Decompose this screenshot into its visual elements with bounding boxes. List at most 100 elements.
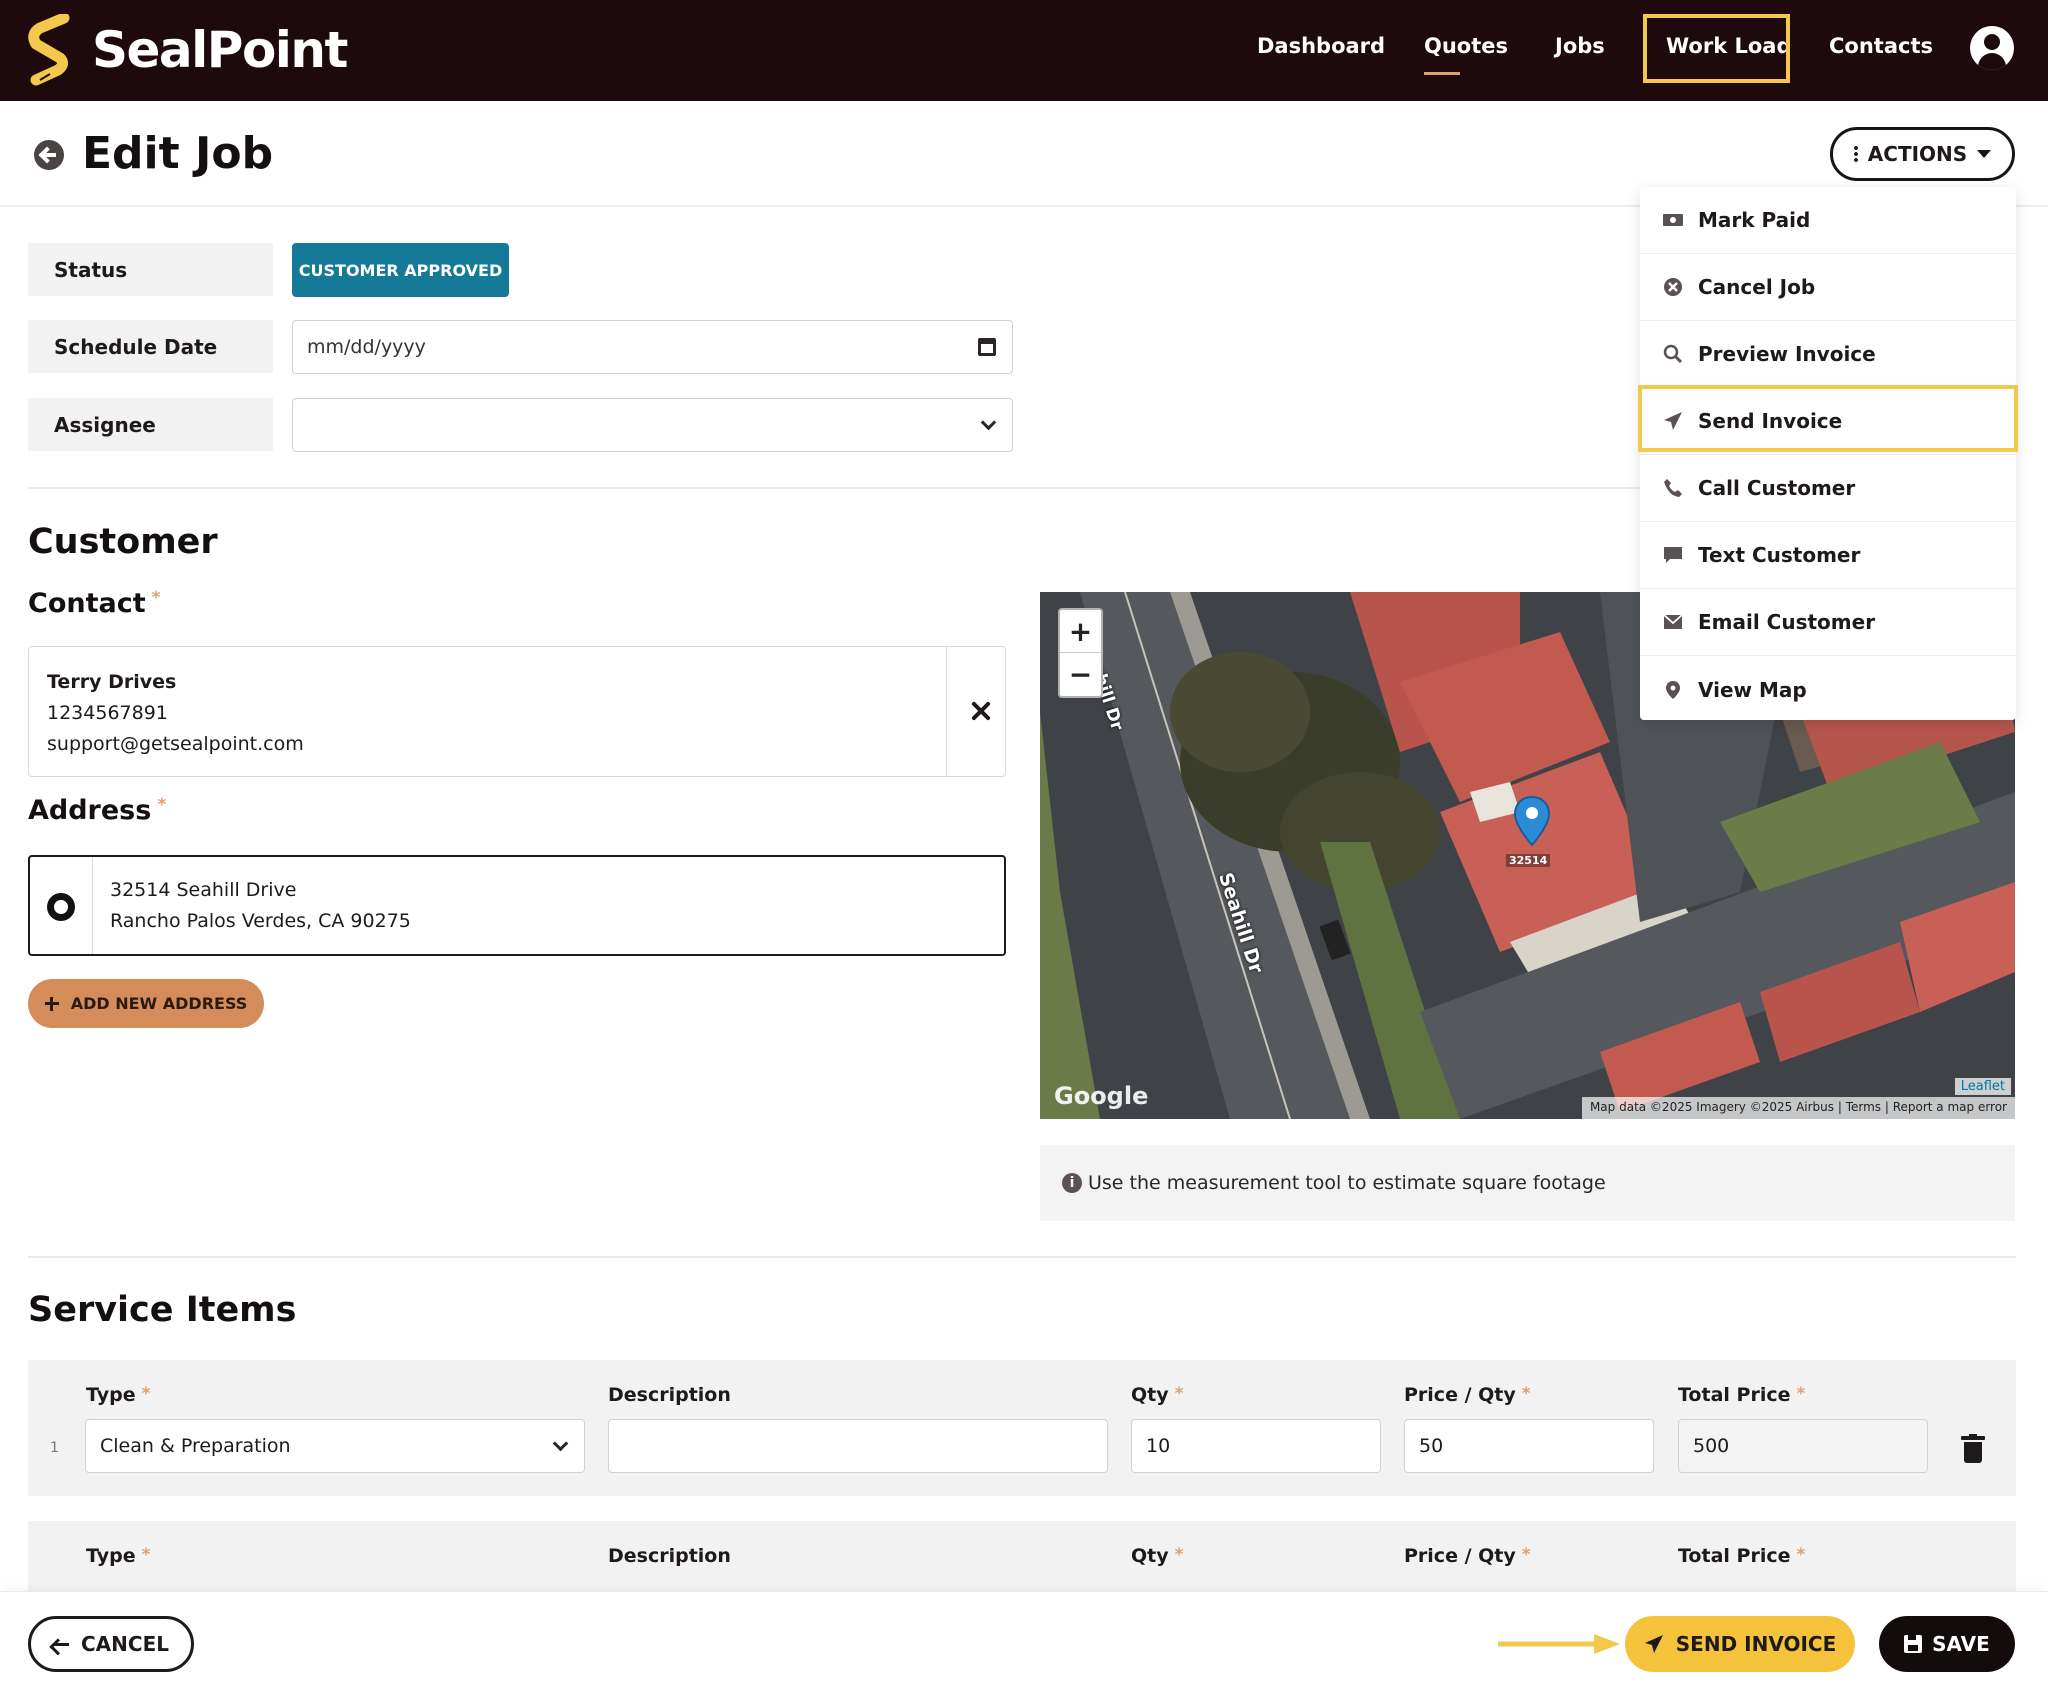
address-line1: 32514 Seahill Drive [110, 879, 297, 901]
status-label: Status [28, 243, 273, 296]
column-label-type: Type * [86, 1384, 151, 1406]
send-invoice-highlight [1638, 385, 2018, 452]
column-label-total-price: Total Price * [1678, 1384, 1806, 1406]
contact-details: Terry Drives 1234567891 support@getsealp… [47, 667, 304, 760]
nav-dashboard[interactable]: Dashboard [1257, 34, 1385, 58]
customer-section-title: Customer [28, 522, 218, 562]
menu-item-view-map[interactable]: View Map [1640, 656, 2016, 723]
schedule-date-input[interactable]: mm/dd/yyyy [292, 320, 1013, 374]
nav-jobs[interactable]: Jobs [1555, 34, 1605, 58]
address-heading-text: Address [28, 795, 152, 826]
plus-icon [44, 996, 59, 1011]
column-label-description: Description [608, 1384, 731, 1406]
chevron-down-icon [552, 1435, 569, 1452]
nav-work-load-highlight [1643, 14, 1790, 83]
menu-item-label: Call Customer [1698, 476, 1856, 500]
map-pin-icon[interactable] [1512, 795, 1552, 847]
cancel-circle-icon [1662, 276, 1684, 298]
menu-item-call-customer[interactable]: Call Customer [1640, 455, 2016, 522]
chat-bubble-icon [1662, 544, 1684, 566]
total-price-field: 500 [1678, 1419, 1928, 1473]
menu-item-label: Text Customer [1698, 543, 1861, 567]
send-invoice-button[interactable]: SEND INVOICE [1625, 1616, 1855, 1672]
menu-item-cancel-job[interactable]: Cancel Job [1640, 254, 2016, 321]
brand-name: SealPoint [92, 21, 348, 79]
status-badge[interactable]: CUSTOMER APPROVED [292, 243, 509, 297]
caret-down-icon [1977, 150, 1992, 158]
assignee-label: Assignee [28, 398, 273, 451]
contact-heading-text: Contact [28, 588, 146, 619]
map-pin-icon [1662, 679, 1684, 701]
actions-button[interactable]: ACTIONS [1830, 127, 2015, 181]
menu-item-text-customer[interactable]: Text Customer [1640, 522, 2016, 589]
column-label-price-qty: Price / Qty * [1404, 1545, 1531, 1567]
row-index: 1 [50, 1440, 59, 1456]
map-zoom-control: + − [1058, 608, 1103, 698]
address-separator [92, 857, 93, 954]
delete-row-trash-icon[interactable] [1961, 1434, 1985, 1464]
info-icon: i [1062, 1173, 1082, 1193]
envelope-icon [1662, 611, 1684, 633]
qty-input[interactable]: 10 [1131, 1419, 1381, 1473]
menu-item-email-customer[interactable]: Email Customer [1640, 589, 2016, 656]
add-new-address-button[interactable]: ADD NEW ADDRESS [28, 979, 264, 1028]
actions-button-label: ACTIONS [1867, 142, 1968, 166]
price-per-qty-input[interactable]: 50 [1404, 1419, 1654, 1473]
page-title: Edit Job [82, 128, 274, 179]
address-option[interactable]: 32514 Seahill Drive Rancho Palos Verdes,… [28, 855, 1006, 956]
nav-active-indicator [1424, 72, 1460, 75]
sealpoint-logo-icon [28, 14, 70, 86]
description-input[interactable] [608, 1419, 1108, 1473]
cancel-button[interactable]: CANCEL [28, 1616, 194, 1672]
map-pin-label: 32514 [1506, 854, 1551, 867]
search-icon [1662, 343, 1684, 365]
map-attribution[interactable]: Map data ©2025 Imagery ©2025 Airbus | Te… [1581, 1097, 2015, 1119]
nav-contacts[interactable]: Contacts [1829, 34, 1933, 58]
remove-contact-close-icon[interactable] [967, 697, 995, 725]
service-items-section-title: Service Items [28, 1290, 297, 1330]
back-arrow-icon[interactable] [34, 140, 64, 170]
address-radio-selected[interactable] [47, 893, 75, 921]
menu-item-label: Cancel Job [1698, 275, 1816, 299]
floppy-disk-icon [1904, 1635, 1923, 1653]
address-text: 32514 Seahill Drive Rancho Palos Verdes,… [110, 875, 411, 937]
brand-logo[interactable]: SealPoint [26, 10, 348, 90]
user-avatar-icon[interactable] [1970, 26, 2014, 70]
arrow-left-icon [53, 1642, 69, 1646]
leaflet-attribution-link[interactable]: Leaflet [1954, 1078, 2011, 1095]
contact-email: support@getsealpoint.com [47, 733, 304, 755]
required-mark: * [151, 588, 161, 608]
column-label-description: Description [608, 1545, 731, 1567]
column-label-qty: Qty * [1131, 1384, 1184, 1406]
measurement-hint: i Use the measurement tool to estimate s… [1040, 1145, 2015, 1221]
zoom-out-button[interactable]: − [1060, 653, 1101, 696]
phone-icon [1662, 477, 1684, 499]
type-select[interactable]: Clean & Preparation [85, 1419, 585, 1473]
pointer-arrow-icon [1498, 1634, 1620, 1654]
menu-item-preview-invoice[interactable]: Preview Invoice [1640, 321, 2016, 388]
kebab-menu-icon [1853, 145, 1858, 163]
nav-quotes[interactable]: Quotes [1424, 34, 1508, 58]
menu-item-label: Email Customer [1698, 610, 1876, 634]
actions-dropdown-menu: Mark Paid Cancel Job Preview Invoice Sen… [1640, 187, 2016, 720]
contact-card[interactable]: Terry Drives 1234567891 support@getsealp… [28, 646, 1006, 777]
menu-item-label: Preview Invoice [1698, 342, 1876, 366]
required-mark: * [157, 795, 167, 815]
calendar-icon[interactable] [978, 338, 996, 356]
footer-action-bar: CANCEL SEND INVOICE SAVE [0, 1591, 2048, 1683]
column-label-type: Type * [86, 1545, 151, 1567]
menu-item-mark-paid[interactable]: Mark Paid [1640, 187, 2016, 254]
paper-plane-icon [1644, 1635, 1663, 1653]
top-navigation-bar: SealPoint Dashboard Quotes Jobs Work Loa… [0, 0, 2048, 101]
save-button[interactable]: SAVE [1879, 1616, 2015, 1672]
google-logo: Google [1054, 1082, 1149, 1110]
section-divider [28, 1256, 2016, 1258]
chevron-down-icon [980, 414, 997, 431]
assignee-select[interactable] [292, 398, 1013, 452]
measurement-hint-text: Use the measurement tool to estimate squ… [1088, 1172, 1606, 1194]
column-label-total-price: Total Price * [1678, 1545, 1806, 1567]
contact-separator [946, 647, 947, 776]
zoom-in-button[interactable]: + [1060, 610, 1101, 653]
type-select-value: Clean & Preparation [100, 1435, 291, 1457]
column-label-qty: Qty * [1131, 1545, 1184, 1567]
